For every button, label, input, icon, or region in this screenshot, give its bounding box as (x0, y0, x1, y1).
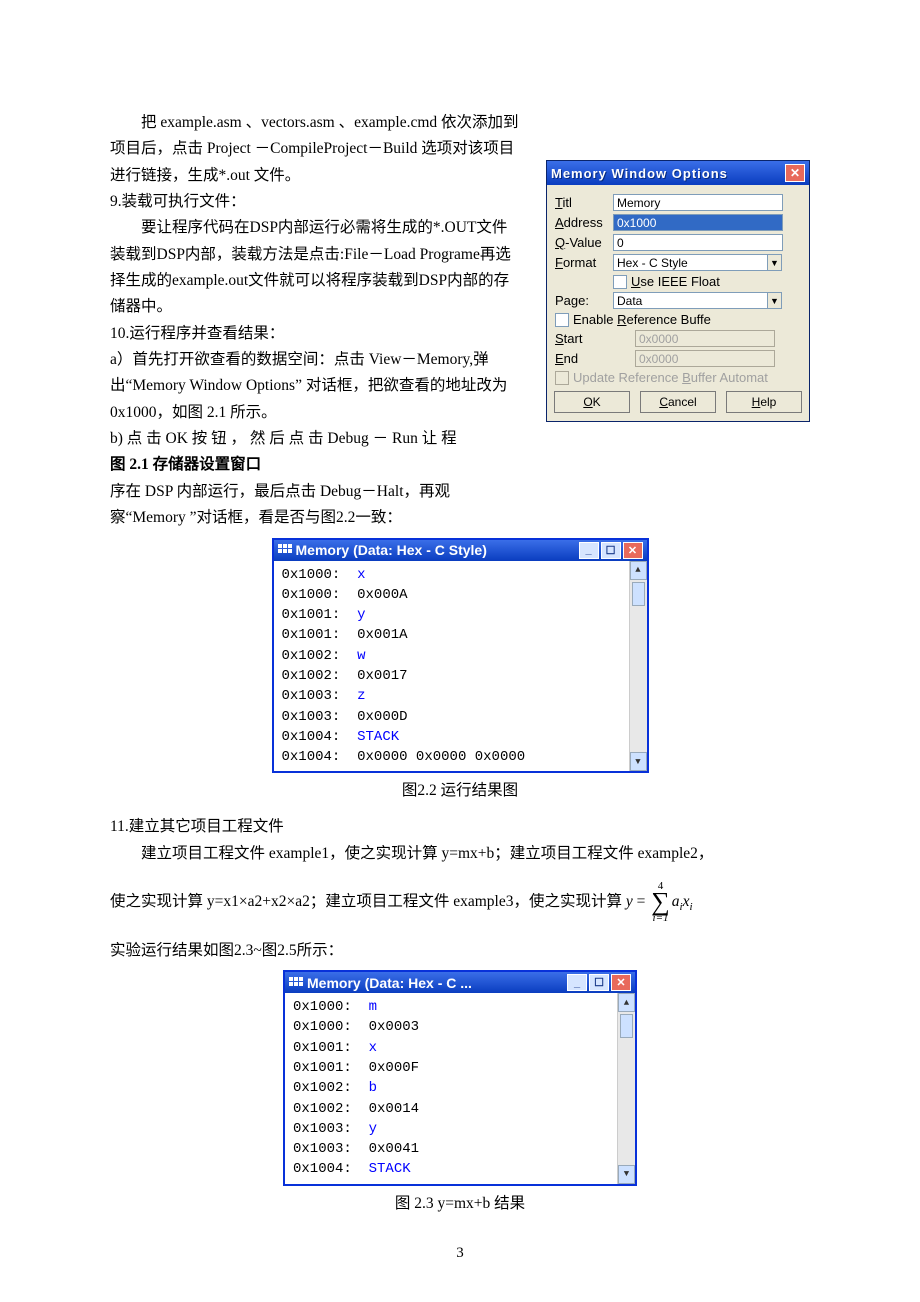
scroll-thumb[interactable] (620, 1014, 633, 1038)
qvalue-field[interactable] (613, 234, 783, 251)
ieee-checkbox[interactable] (613, 275, 627, 289)
paragraph: 使之实现计算 y=x1×a2+x2×a2；建立项目工程文件 example3，使… (110, 881, 810, 924)
maximize-icon[interactable]: ☐ (589, 974, 609, 991)
memory-window-title: Memory (Data: Hex - C ... (307, 975, 472, 991)
chevron-down-icon[interactable]: ▼ (767, 292, 782, 309)
scroll-thumb[interactable] (632, 582, 645, 606)
memory-window-2: Memory (Data: Hex - C ... _ ☐ ✕ 0x1000: … (283, 970, 637, 1186)
paragraph: 序在 DSP 内部运行，最后点击 Debug－Halt，再观察“Memory ”… (110, 479, 520, 532)
cancel-button[interactable]: Cancel (640, 391, 716, 413)
paragraph: 建立项目工程文件 example1，使之实现计算 y=mx+b；建立项目工程文件… (110, 841, 810, 867)
ieee-label: se IEEE Float (640, 274, 719, 289)
start-field (635, 330, 775, 347)
start-label: tart (564, 331, 583, 346)
paragraph: 要让程序代码在DSP内部运行必需将生成的*.OUT文件装载到DSP内部，装载方法… (110, 215, 520, 320)
section-heading: 10.运行程序并查看结果： (110, 321, 520, 347)
page-combo[interactable]: ▼ (613, 292, 782, 309)
scrollbar[interactable]: ▲ ▼ (629, 561, 647, 772)
scroll-down-icon[interactable]: ▼ (630, 752, 647, 771)
format-label: ormat (563, 255, 596, 270)
dialog-title: Memory Window Options (551, 166, 728, 181)
address-label: ddress (564, 215, 603, 230)
scroll-down-icon[interactable]: ▼ (618, 1165, 635, 1184)
memory-options-dialog: Memory Window Options ✕ Titl Address Q-V… (546, 160, 810, 422)
help-button[interactable]: Help (726, 391, 802, 413)
end-label: nd (564, 351, 578, 366)
close-icon[interactable]: ✕ (611, 974, 631, 991)
grid-icon (289, 977, 303, 989)
scroll-up-icon[interactable]: ▲ (618, 993, 635, 1012)
enable-ref-checkbox[interactable] (555, 313, 569, 327)
scroll-up-icon[interactable]: ▲ (630, 561, 647, 580)
update-ref-label: uffer Automat (691, 370, 768, 385)
minimize-icon[interactable]: _ (567, 974, 587, 991)
section-heading: 9.装载可执行文件： (110, 189, 520, 215)
memory-content: 0x1000: m0x1000: 0x00030x1001: x0x1001: … (285, 993, 617, 1184)
minimize-icon[interactable]: _ (579, 542, 599, 559)
enable-ref-label: eference Buffe (626, 312, 710, 327)
title-field[interactable] (613, 194, 783, 211)
format-combo[interactable]: ▼ (613, 254, 782, 271)
paragraph: a）首先打开欲查看的数据空间：点击 View－Memory,弹出“Memory … (110, 347, 520, 426)
page-number: 3 (110, 1245, 810, 1262)
chevron-down-icon[interactable]: ▼ (767, 254, 782, 271)
memory-window-1: Memory (Data: Hex - C Style) _ ☐ ✕ 0x100… (272, 538, 649, 774)
format-field[interactable] (613, 254, 768, 271)
memory-window-title: Memory (Data: Hex - C Style) (296, 542, 487, 558)
paragraph: b) 点 击 OK 按 钮 ， 然 后 点 击 Debug － Run 让 程 (110, 426, 520, 452)
section-heading: 11.建立其它项目工程文件 (110, 814, 810, 840)
memory-content: 0x1000: x0x1000: 0x000A0x1001: y0x1001: … (274, 561, 629, 772)
page-field[interactable] (613, 292, 768, 309)
paragraph: 实验运行结果如图2.3~图2.5所示： (110, 938, 810, 964)
close-icon[interactable]: ✕ (623, 542, 643, 559)
figure-caption: 图 2.3 y=mx+b 结果 (110, 1192, 810, 1217)
close-icon[interactable]: ✕ (785, 164, 805, 182)
grid-icon (278, 544, 292, 556)
maximize-icon[interactable]: ☐ (601, 542, 621, 559)
figure-caption: 图 2.1 存储器设置窗口 (110, 452, 520, 478)
address-field[interactable] (613, 214, 783, 231)
ok-button[interactable]: OK (554, 391, 630, 413)
qvalue-label: -Value (565, 235, 602, 250)
paragraph: 把 example.asm 、vectors.asm 、example.cmd … (110, 110, 520, 189)
dialog-titlebar: Memory Window Options ✕ (547, 161, 809, 185)
figure-caption: 图2.2 运行结果图 (110, 779, 810, 804)
end-field (635, 350, 775, 367)
update-ref-checkbox (555, 371, 569, 385)
title-label: itl (562, 195, 571, 210)
scrollbar[interactable]: ▲ ▼ (617, 993, 635, 1184)
page-label: Page: (555, 293, 613, 308)
